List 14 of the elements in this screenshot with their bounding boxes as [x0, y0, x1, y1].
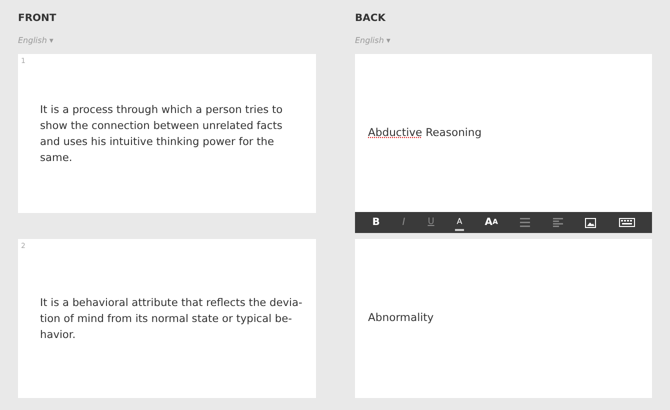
back-card[interactable]: Abductive Reasoning	[355, 54, 652, 213]
column-title: BACK	[355, 12, 387, 26]
image-icon	[585, 218, 596, 228]
color-button[interactable]: A	[454, 214, 464, 230]
keyboard-icon	[618, 218, 635, 227]
back-card[interactable]: Abnormality	[355, 239, 652, 398]
card-text: It is a behavioral attribute that reflects the devia- tion of mind from its normal state or typical be- havior.	[39, 296, 302, 342]
list-icon	[520, 218, 530, 227]
card-text: It is a process through which a person tries to show the connection between unrelated facts and uses his intuitive thinking power for the same.	[39, 102, 283, 166]
column-title: FRONT	[18, 12, 58, 26]
bold-button[interactable]: B	[370, 214, 382, 230]
align-icon	[552, 218, 563, 227]
card-text: Abnormality	[367, 310, 434, 326]
card-text: Abductive Reasoning	[367, 125, 482, 142]
